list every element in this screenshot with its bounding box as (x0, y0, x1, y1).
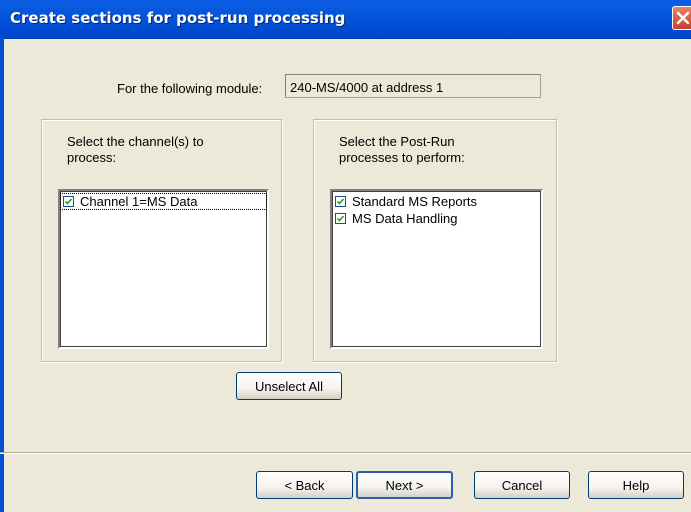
channels-group: Select the channel(s) to process: Channe… (41, 119, 282, 362)
title-bar[interactable]: Create sections for post-run processing (0, 0, 691, 39)
channels-title-line1: Select the channel(s) to (67, 134, 204, 149)
channel-1-label: Channel 1=MS Data (80, 194, 198, 209)
close-button[interactable] (672, 6, 691, 30)
window-title: Create sections for post-run processing (10, 9, 346, 27)
channels-listbox[interactable]: Channel 1=MS Data (58, 189, 269, 349)
module-field: 240-MS/4000 at address 1 (285, 74, 541, 98)
module-label: For the following module: (117, 81, 263, 96)
module-value: 240-MS/4000 at address 1 (290, 80, 444, 95)
channels-group-title: Select the channel(s) to process: (67, 134, 267, 166)
back-button[interactable]: < Back (256, 471, 353, 499)
checkmark-icon (65, 198, 72, 205)
close-icon (676, 11, 690, 25)
processes-group: Select the Post-Run processes to perform… (313, 119, 557, 362)
standard-ms-reports-label: Standard MS Reports (352, 194, 478, 209)
list-item-channel-1[interactable]: Channel 1=MS Data (60, 193, 267, 210)
channel-1-checkbox[interactable] (63, 196, 74, 207)
separator (0, 452, 691, 454)
window-frame-left (0, 38, 4, 512)
ms-data-handling-label: MS Data Handling (352, 211, 458, 226)
processes-listbox[interactable]: Standard MS Reports MS Data Handling (330, 189, 543, 349)
list-item-standard-ms-reports[interactable]: Standard MS Reports (332, 193, 541, 210)
channels-title-line2: process: (67, 150, 117, 165)
processes-group-title: Select the Post-Run processes to perform… (339, 134, 539, 166)
list-item-ms-data-handling[interactable]: MS Data Handling (332, 210, 541, 227)
checkmark-icon (337, 198, 344, 205)
processes-title-line1: Select the Post-Run (339, 134, 455, 149)
cancel-button[interactable]: Cancel (474, 471, 570, 499)
help-button[interactable]: Help (588, 471, 684, 499)
standard-ms-reports-checkbox[interactable] (335, 196, 346, 207)
checkmark-icon (337, 215, 344, 222)
next-button[interactable]: Next > (356, 471, 453, 499)
ms-data-handling-checkbox[interactable] (335, 213, 346, 224)
unselect-all-button[interactable]: Unselect All (236, 372, 342, 400)
processes-title-line2: processes to perform: (339, 150, 465, 165)
